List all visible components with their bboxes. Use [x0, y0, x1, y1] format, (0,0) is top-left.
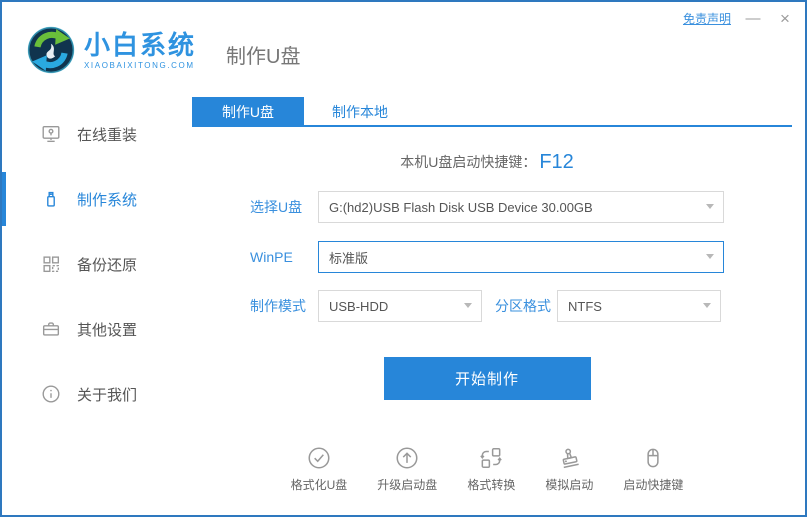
brand-name: 小白系统 [84, 30, 196, 60]
sidebar-item-about-us[interactable]: 关于我们 [2, 367, 192, 421]
usb-select-dropdown[interactable]: G:(hd2)USB Flash Disk USB Device 30.00GB [318, 191, 724, 223]
partition-select-dropdown[interactable]: NTFS [557, 290, 721, 322]
start-make-button[interactable]: 开始制作 [384, 357, 591, 400]
chevron-down-icon [706, 204, 714, 209]
tool-label: 格式转换 [467, 476, 515, 493]
app-window: 免责声明 — × 小白系统 XIAOBAIXITONG.COM 制作U盘 [0, 0, 807, 517]
sidebar-item-label: 备份还原 [77, 254, 137, 275]
disclaimer-link[interactable]: 免责声明 [683, 10, 731, 27]
boot-hotkey-line: 本机U盘启动快捷键： F12 [250, 149, 724, 175]
info-circle-icon [40, 383, 62, 405]
mouse-icon [640, 445, 666, 471]
mode-select-dropdown[interactable]: USB-HDD [318, 290, 482, 322]
usb-drive-icon [40, 188, 62, 210]
tab-make-local[interactable]: 制作本地 [304, 97, 416, 125]
page-title: 制作U盘 [226, 40, 300, 69]
usb-select-row: 选择U盘 G:(hd2)USB Flash Disk USB Device 30… [250, 191, 724, 223]
main-layout: 在线重装 制作系统 [2, 97, 805, 493]
boot-hotkey-value: F12 [539, 151, 573, 174]
tool-label: 启动快捷键 [623, 476, 683, 493]
partition-select-label: 分区格式 [495, 296, 557, 316]
active-indicator [2, 172, 6, 226]
brand-text: 小白系统 XIAOBAIXITONG.COM [84, 30, 196, 70]
boot-hotkey-label: 本机U盘启动快捷键： [400, 152, 536, 172]
sidebar-item-backup-restore[interactable]: 备份还原 [2, 237, 192, 291]
chevron-down-icon [706, 254, 714, 259]
backup-squares-icon [40, 253, 62, 275]
winpe-select-value: 标准版 [329, 248, 368, 267]
usb-select-value: G:(hd2)USB Flash Disk USB Device 30.00GB [329, 200, 593, 215]
content-panel: 制作U盘 制作本地 本机U盘启动快捷键： F12 选择U盘 G:(hd2)USB… [192, 97, 792, 493]
sidebar-item-label: 在线重装 [77, 124, 137, 145]
close-icon[interactable]: × [775, 11, 795, 26]
sidebar-item-other-settings[interactable]: 其他设置 [2, 302, 192, 356]
monitor-icon [40, 123, 62, 145]
tool-label: 模拟启动 [545, 476, 593, 493]
sidebar-item-label: 关于我们 [77, 384, 137, 405]
briefcase-icon [40, 318, 62, 340]
sidebar-item-label: 其他设置 [77, 319, 137, 340]
usb-select-label: 选择U盘 [250, 197, 318, 217]
tool-label: 升级启动盘 [377, 476, 437, 493]
form-area: 本机U盘启动快捷键： F12 选择U盘 G:(hd2)USB Flash Dis… [250, 149, 724, 493]
tab-bar: 制作U盘 制作本地 [192, 97, 792, 127]
check-circle-icon [306, 445, 332, 471]
sidebar: 在线重装 制作系统 [2, 97, 192, 493]
winpe-select-row: WinPE 标准版 [250, 241, 724, 273]
arrow-up-circle-icon [394, 445, 420, 471]
chevron-down-icon [703, 303, 711, 308]
tool-label: 格式化U盘 [291, 476, 348, 493]
stamp-icon [556, 445, 582, 471]
sync-arrows-globe-icon [26, 25, 76, 75]
chevron-down-icon [464, 303, 472, 308]
brand-domain: XIAOBAIXITONG.COM [84, 61, 196, 70]
partition-select-value: NTFS [568, 299, 602, 314]
convert-squares-icon [478, 445, 504, 471]
tool-simulate-boot[interactable]: 模拟启动 [545, 445, 593, 493]
tab-make-usb[interactable]: 制作U盘 [192, 97, 304, 125]
tool-format-convert[interactable]: 格式转换 [467, 445, 515, 493]
tool-boot-hotkey[interactable]: 启动快捷键 [623, 445, 683, 493]
winpe-select-label: WinPE [250, 249, 318, 265]
minimize-icon[interactable]: — [743, 11, 763, 26]
footer-tools: 格式化U盘 格式转换 升级启动盘 [250, 445, 724, 493]
mode-select-label: 制作模式 [250, 296, 318, 316]
sidebar-item-label: 制作系统 [77, 189, 137, 210]
sidebar-item-online-reinstall[interactable]: 在线重装 [2, 107, 192, 161]
mode-select-value: USB-HDD [329, 299, 388, 314]
sidebar-item-make-system[interactable]: 制作系统 [2, 172, 192, 226]
tool-upgrade-boot-disk[interactable]: 格式转换 升级启动盘 [377, 445, 437, 493]
tool-format-usb[interactable]: 格式化U盘 [291, 445, 348, 493]
titlebar-controls: 免责声明 — × [683, 10, 795, 27]
winpe-select-dropdown[interactable]: 标准版 [318, 241, 724, 273]
mode-partition-row: 制作模式 USB-HDD 分区格式 NTFS [250, 290, 724, 322]
